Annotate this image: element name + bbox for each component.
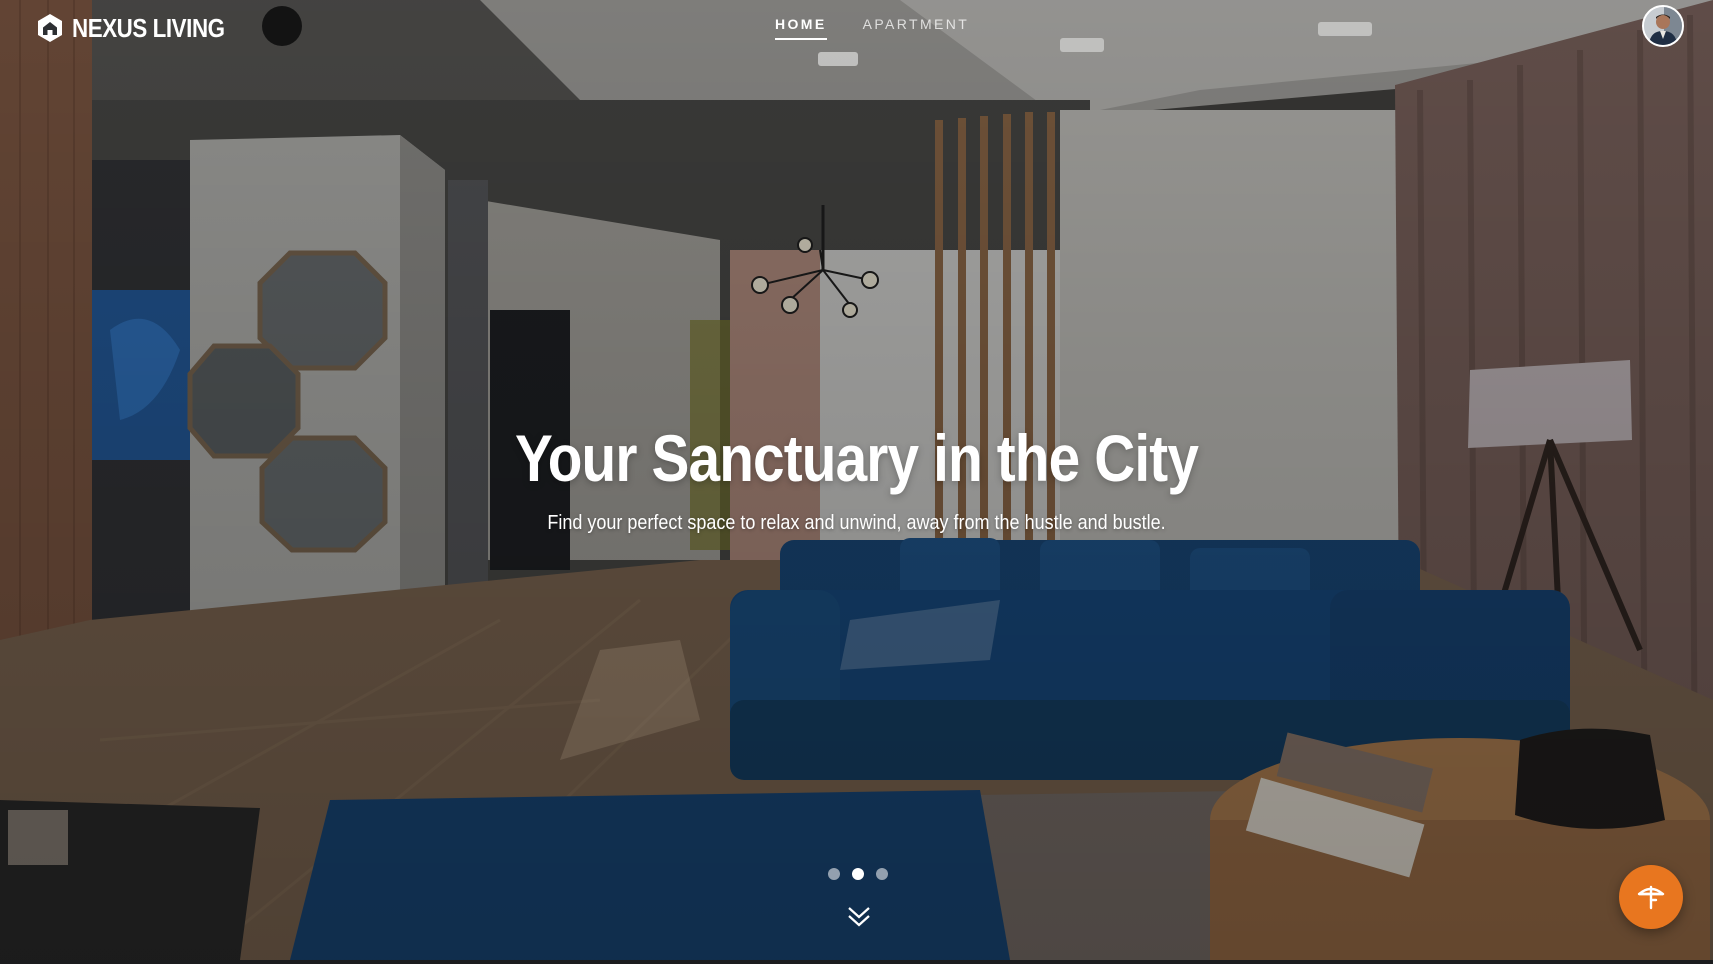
user-avatar-icon bbox=[1644, 7, 1682, 45]
nav-home[interactable]: HOME bbox=[775, 16, 827, 40]
user-avatar[interactable] bbox=[1642, 5, 1684, 47]
beach-umbrella-icon bbox=[1637, 885, 1665, 910]
floating-action-button[interactable] bbox=[1619, 865, 1683, 929]
hero-section: NEXUS LIVING HOME APARTMENT Your Sanctua… bbox=[0, 0, 1713, 960]
carousel-dot-3[interactable] bbox=[876, 868, 888, 880]
carousel-dot-2[interactable] bbox=[852, 868, 864, 880]
hero-subtitle: Find your perfect space to relax and unw… bbox=[547, 512, 1166, 534]
scroll-down-button[interactable] bbox=[846, 904, 872, 930]
main-nav: HOME APARTMENT bbox=[775, 16, 969, 40]
carousel-dots bbox=[828, 868, 888, 880]
page-bottom-edge bbox=[0, 960, 1713, 964]
hero-title: Your Sanctuary in the City bbox=[514, 421, 1199, 495]
nav-apartment[interactable]: APARTMENT bbox=[863, 16, 970, 40]
brand-name: NEXUS LIVING bbox=[72, 12, 225, 43]
chevron-double-down-icon bbox=[848, 907, 870, 927]
carousel-dot-1[interactable] bbox=[828, 868, 840, 880]
brand-logo[interactable]: NEXUS LIVING bbox=[36, 12, 249, 44]
house-hexagon-icon bbox=[38, 14, 62, 42]
